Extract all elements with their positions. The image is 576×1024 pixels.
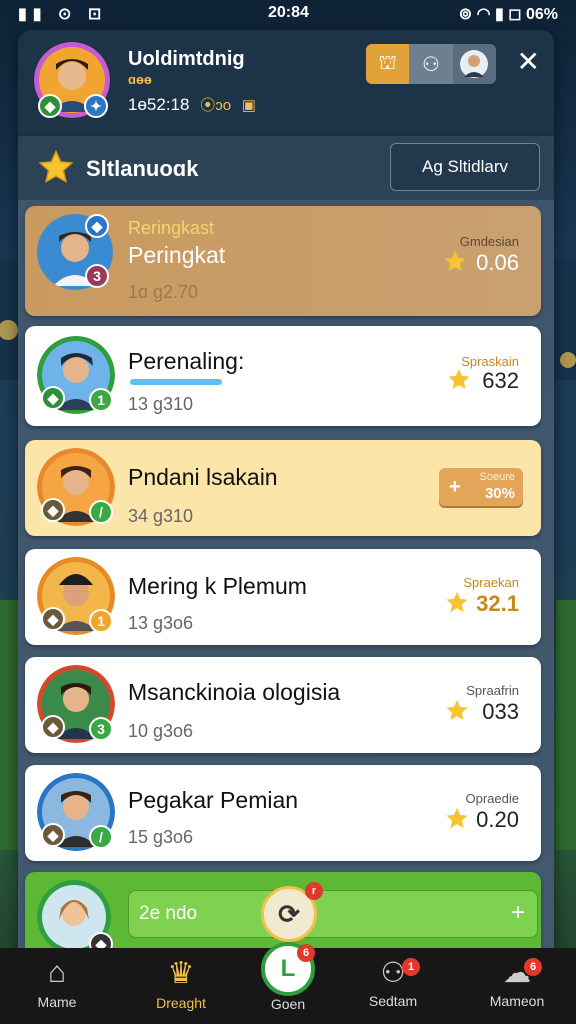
points-value: 0.20	[476, 807, 519, 832]
profile-photo-icon	[460, 50, 489, 78]
level-badge-icon: 3	[85, 264, 109, 288]
notification-badge: 1	[402, 958, 420, 976]
player-stats: 1ɵ52:18 ⦿ɔo ▣	[128, 94, 256, 115]
reward-button[interactable]: + Soeure 30%	[439, 468, 523, 508]
player-name: Uoldimtdnig	[128, 48, 245, 70]
level-badge-icon: ◆	[41, 823, 65, 847]
shop-icon: ⛫	[378, 51, 397, 74]
notification-badge: 6	[524, 958, 542, 976]
star-icon	[448, 369, 470, 389]
chest-icon: ▣	[241, 97, 256, 114]
people-icon: ⚇	[380, 957, 406, 988]
reward-value: 30%	[484, 485, 515, 502]
player-stat-value: 1ɵ52:18	[128, 95, 190, 114]
points-value: 632	[482, 368, 519, 393]
points-label: Spraekan	[463, 575, 519, 590]
rank-badge-icon: /	[89, 500, 113, 524]
message-text: 2e ndo	[139, 903, 198, 924]
status-bar: ▮▮ ⊙ ⊡ 20:84 ⊚ ◠ ▮ ◻ 06%	[0, 0, 576, 28]
header-tabs: ⛫ ⚇	[366, 44, 496, 84]
rank-badge-icon: 1	[89, 388, 113, 412]
player-name: Msanckinoia ologisia	[128, 679, 341, 705]
nav-label: Mame	[37, 994, 77, 1010]
message-input[interactable]: 2e ndo +	[128, 890, 538, 938]
points-label: Spraafrin	[466, 683, 519, 698]
reward-label: Soeure	[479, 471, 515, 483]
nav-leaderboard[interactable]: ♛ Dreaght	[136, 956, 226, 1011]
points-value: 033	[482, 699, 519, 724]
points-label: Spraskain	[461, 354, 519, 369]
leaderboard-row-4[interactable]: ◆ 1 Mering k Plemum 13 g3o6 Spraekan 32.…	[25, 549, 541, 645]
level-badge-icon: ◆	[41, 386, 65, 410]
level-badge-icon: ◆	[41, 498, 65, 522]
rank-badge-icon: /	[89, 825, 113, 849]
nav-label: Dreaght	[156, 995, 206, 1011]
player-name: Perenaling:	[128, 348, 245, 374]
section-bar: Sltlanuoɑk Ag Sltidlarv	[18, 135, 554, 200]
rank-badge-icon: 1	[89, 609, 113, 633]
player-name: Pndani lsakain	[128, 464, 278, 490]
crown-icon: ♛	[167, 957, 195, 990]
level-badge-icon: ◆	[41, 715, 65, 739]
row-sub-title: Reringkast	[128, 218, 215, 238]
bottom-nav: ⌂ Mame ♛ Dreaght L Goen 6 ⚇ Sedtam 1 ☁ M…	[0, 942, 576, 1024]
player-name: Peringkat	[128, 242, 226, 268]
player-name: Mering k Plemum	[128, 573, 307, 599]
status-right: ⊚ ◠ ▮ ◻ 06%	[458, 6, 558, 23]
nav-label: Goen	[270, 996, 306, 1012]
rank-badge-icon: ◆	[85, 214, 109, 238]
star-icon	[446, 700, 468, 720]
coin-counter: ⦿ɔo	[200, 97, 232, 114]
close-icon[interactable]: ✕	[517, 48, 540, 76]
player-name: Pegakar Pemian	[128, 787, 299, 813]
nav-home[interactable]: ⌂ Mame	[12, 956, 102, 1010]
star-icon	[446, 592, 468, 612]
star-icon	[38, 150, 74, 183]
leaderboard-row-1[interactable]: ◆ 3 Reringkast Peringkat 1ɑ g2.70 Gmdesi…	[25, 206, 541, 316]
progress-bar	[130, 379, 222, 385]
signal-icon: ▮▮ ⊙ ⊡	[18, 6, 108, 23]
notification-badge: 6	[297, 944, 315, 962]
leaderboard-row-6[interactable]: ◆ / Pegakar Pemian 15 g3o6 Opraedie 0.20	[25, 765, 541, 861]
player-score: 10 g3o6	[128, 721, 194, 741]
points-value: 0.06	[476, 250, 519, 275]
points-value: 32.1	[476, 591, 519, 616]
points-label: Opraedie	[465, 791, 519, 806]
rank-badge-icon: 3	[89, 717, 113, 741]
points-label: Gmdesian	[459, 234, 519, 249]
rank-badge-icon: ✦	[84, 94, 108, 118]
section-action-button[interactable]: Ag Sltidlarv	[390, 143, 540, 191]
leaderboard-row-5[interactable]: ◆ 3 Msanckinoia ologisia 10 g3o6 Spraafr…	[25, 657, 541, 753]
status-time: 20:84	[268, 4, 309, 21]
battery-level: 06%	[525, 6, 558, 23]
plus-icon[interactable]: +	[511, 899, 525, 927]
profile-header: ◆ ✦ Uoldimtdnig ɑɵɵ 1ɵ52:18 ⦿ɔo ▣ ⛫ ⚇ ✕	[18, 30, 554, 135]
player-score: 13 g3o6	[128, 613, 194, 633]
player-score: 1ɑ g2.70	[128, 282, 199, 302]
level-badge-icon: ◆	[41, 607, 65, 631]
nav-social[interactable]: ⚇ Sedtam 1	[348, 956, 438, 1009]
nav-label: Mameon	[489, 993, 545, 1009]
friends-tab-button[interactable]: ⚇	[409, 44, 453, 84]
player-sub-label: ɑɵɵ	[128, 72, 152, 87]
level-badge-icon: ◆	[38, 94, 62, 118]
star-icon	[444, 251, 466, 271]
shop-tab-button[interactable]: ⛫	[366, 44, 410, 84]
nav-messages[interactable]: ☁ Mameon 6	[472, 956, 562, 1009]
player-score: 15 g3o6	[128, 827, 194, 847]
person-icon: ⚇	[422, 53, 440, 76]
notification-badge: r	[305, 882, 323, 900]
leaderboard-row-3[interactable]: ◆ / Pndani lsakain 34 g310 + Soeure 30%	[25, 440, 541, 536]
leaderboard-panel: ◆ ✦ Uoldimtdnig ɑɵɵ 1ɵ52:18 ⦿ɔo ▣ ⛫ ⚇ ✕ …	[18, 30, 554, 960]
nav-label: Sedtam	[368, 993, 418, 1009]
home-icon: ⌂	[47, 956, 67, 989]
leaderboard-row-2[interactable]: ◆ 1 Perenaling: 13 g310 Spraskain 632	[25, 326, 541, 426]
profile-tab-button[interactable]	[452, 44, 496, 84]
star-icon	[446, 808, 468, 828]
nav-play[interactable]: L Goen 6	[243, 942, 333, 1012]
plus-icon: +	[449, 476, 461, 498]
player-score: 13 g310	[128, 394, 194, 414]
section-title: Sltlanuoɑk	[86, 156, 199, 181]
player-score: 34 g310	[128, 506, 194, 526]
